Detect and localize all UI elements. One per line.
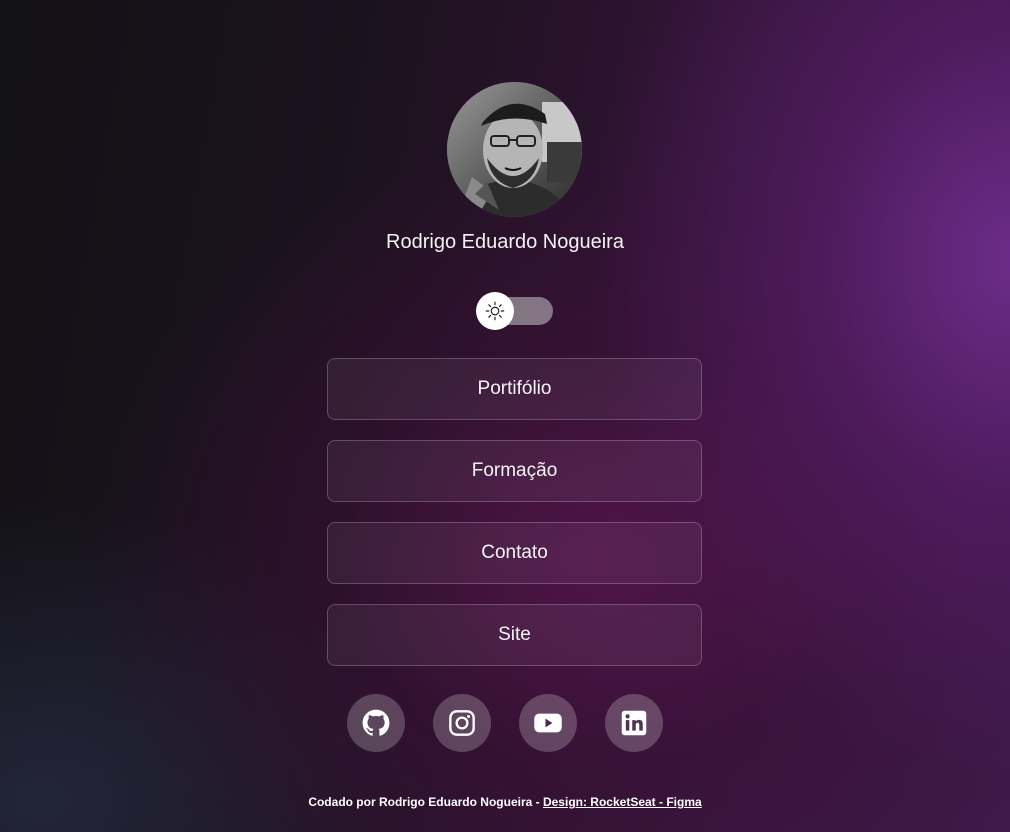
theme-toggle[interactable] xyxy=(476,292,554,330)
link-list: Portifólio Formação Contato Site xyxy=(327,358,702,686)
instagram-button[interactable] xyxy=(433,694,491,752)
avatar-photo xyxy=(447,82,582,217)
instagram-icon xyxy=(449,710,475,736)
linkedin-icon xyxy=(621,710,647,736)
design-credit-link[interactable]: Design: RocketSeat - Figma xyxy=(543,795,702,809)
page: Rodrigo Eduardo Nogueira Portifólio Form… xyxy=(0,0,1010,832)
github-icon xyxy=(362,709,390,736)
contact-link-button[interactable]: Contato xyxy=(327,522,702,584)
linkedin-button[interactable] xyxy=(605,694,663,752)
github-button[interactable] xyxy=(347,694,405,752)
footer: Codado por Rodrigo Eduardo Nogueira - De… xyxy=(0,795,1010,809)
youtube-icon xyxy=(534,713,562,733)
site-link-button[interactable]: Site xyxy=(327,604,702,666)
footer-text: Codado por Rodrigo Eduardo Nogueira - xyxy=(308,795,543,809)
toggle-knob[interactable] xyxy=(476,292,514,330)
youtube-button[interactable] xyxy=(519,694,577,752)
profile-name: Rodrigo Eduardo Nogueira xyxy=(386,231,624,253)
education-link-button[interactable]: Formação xyxy=(327,440,702,502)
social-links xyxy=(0,694,1010,752)
sun-icon xyxy=(485,301,505,321)
avatar xyxy=(447,82,582,217)
portfolio-link-button[interactable]: Portifólio xyxy=(327,358,702,420)
